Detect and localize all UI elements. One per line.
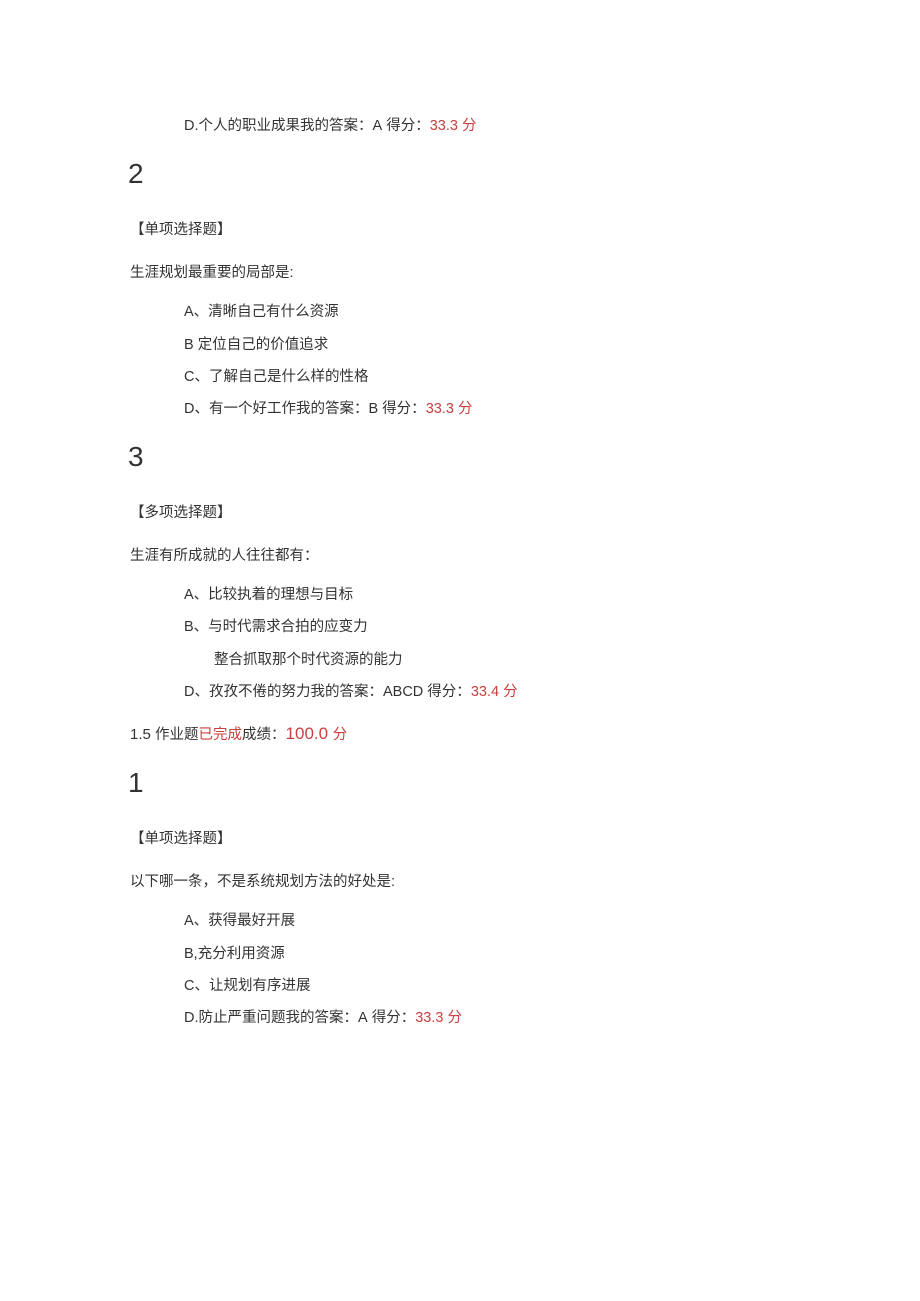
opt-text: 孜孜不倦的努力我的答案： bbox=[209, 684, 383, 700]
score-label: 得分： bbox=[378, 401, 426, 417]
opt-text: 有一个好工作我的答案： bbox=[209, 401, 369, 417]
q1b-option-c: C、让规划有序进展 bbox=[130, 975, 790, 998]
score-value: 33.4 bbox=[471, 684, 503, 700]
q2-option-a: A、清晰自己有什么资源 bbox=[130, 301, 790, 324]
opt-text: 获得最好开展 bbox=[208, 913, 295, 929]
score-unit: 分 bbox=[447, 1010, 462, 1026]
hw-label2: 成绩： bbox=[242, 727, 286, 743]
q3-option-a: A、比较执着的理想与目标 bbox=[130, 584, 790, 607]
opt-text: 整合抓取那个时代资源的能力 bbox=[214, 652, 403, 668]
homework-status-line: 1.5 作业题已完成成绩：100.0 分 bbox=[130, 720, 790, 747]
question-text: 生涯有所成就的人往往都有： bbox=[130, 545, 790, 568]
answer-letter: A bbox=[358, 1010, 368, 1026]
q2-option-b: B 定位自己的价值追求 bbox=[130, 334, 790, 357]
opt-text: 定位自己的价值追求 bbox=[198, 337, 329, 353]
score-label: 得分： bbox=[423, 684, 471, 700]
hw-label1: 作业题 bbox=[155, 727, 199, 743]
answer-letter: ABCD bbox=[383, 684, 423, 700]
question-number-1b: 1 bbox=[128, 761, 790, 806]
opt-label: D. bbox=[184, 118, 199, 134]
question-type: 【多项选择题】 bbox=[130, 502, 790, 525]
q3-option-c: 整合抓取那个时代资源的能力 bbox=[130, 649, 790, 672]
opt-text: 让规划有序进展 bbox=[209, 978, 311, 994]
question-text: 以下哪一条，不是系统规划方法的好处是: bbox=[130, 871, 790, 894]
q2-option-d: D、有一个好工作我的答案：B 得分：33.3 分 bbox=[130, 398, 790, 421]
score-value: 33.3 bbox=[426, 401, 458, 417]
hw-done: 已完成 bbox=[199, 727, 243, 743]
score-label: 得分： bbox=[382, 118, 430, 134]
opt-label: D、 bbox=[184, 401, 209, 417]
opt-label: B, bbox=[184, 946, 198, 962]
score-value: 33.3 bbox=[415, 1010, 447, 1026]
opt-text: 清晰自己有什么资源 bbox=[208, 304, 339, 320]
hw-unit: 分 bbox=[333, 727, 348, 743]
q-top-option-d: D.个人的职业成果我的答案：A 得分：33.3 分 bbox=[130, 115, 790, 138]
answer-letter: B bbox=[368, 401, 378, 417]
q3-option-b: B、与时代需求合拍的应变力 bbox=[130, 616, 790, 639]
opt-text: 比较执着的理想与目标 bbox=[208, 587, 353, 603]
score-value: 33.3 bbox=[430, 118, 462, 134]
opt-text: 与时代需求合拍的应变力 bbox=[208, 619, 368, 635]
q1b-option-a: A、获得最好开展 bbox=[130, 910, 790, 933]
opt-label: B、 bbox=[184, 619, 208, 635]
opt-label: A、 bbox=[184, 587, 208, 603]
score-unit: 分 bbox=[462, 118, 477, 134]
question-number-2: 2 bbox=[128, 152, 790, 197]
question-type: 【单项选择题】 bbox=[130, 219, 790, 242]
opt-text: 防止严重问题我的答案： bbox=[199, 1010, 359, 1026]
opt-label: A、 bbox=[184, 304, 208, 320]
opt-label: A、 bbox=[184, 913, 208, 929]
score-label: 得分： bbox=[368, 1010, 416, 1026]
q3-option-d: D、孜孜不倦的努力我的答案：ABCD 得分：33.4 分 bbox=[130, 681, 790, 704]
opt-label: D、 bbox=[184, 684, 209, 700]
opt-text: 充分利用资源 bbox=[198, 946, 285, 962]
opt-text: 个人的职业成果我的答案： bbox=[199, 118, 373, 134]
opt-label: C、 bbox=[184, 369, 209, 385]
q2-option-c: C、了解自己是什么样的性格 bbox=[130, 366, 790, 389]
opt-label: C、 bbox=[184, 978, 209, 994]
hw-score: 100.0 bbox=[286, 724, 333, 743]
opt-text: 了解自己是什么样的性格 bbox=[209, 369, 369, 385]
q1b-option-b: B,充分利用资源 bbox=[130, 943, 790, 966]
opt-label: B bbox=[184, 337, 198, 353]
answer-letter: A bbox=[373, 118, 383, 134]
opt-label: D. bbox=[184, 1010, 199, 1026]
score-unit: 分 bbox=[458, 401, 473, 417]
score-unit: 分 bbox=[503, 684, 518, 700]
question-type: 【单项选择题】 bbox=[130, 828, 790, 851]
question-text: 生涯规划最重要的局部是: bbox=[130, 262, 790, 285]
hw-num: 1.5 bbox=[130, 726, 155, 743]
q1b-option-d: D.防止严重问题我的答案：A 得分：33.3 分 bbox=[130, 1007, 790, 1030]
question-number-3: 3 bbox=[128, 435, 790, 480]
